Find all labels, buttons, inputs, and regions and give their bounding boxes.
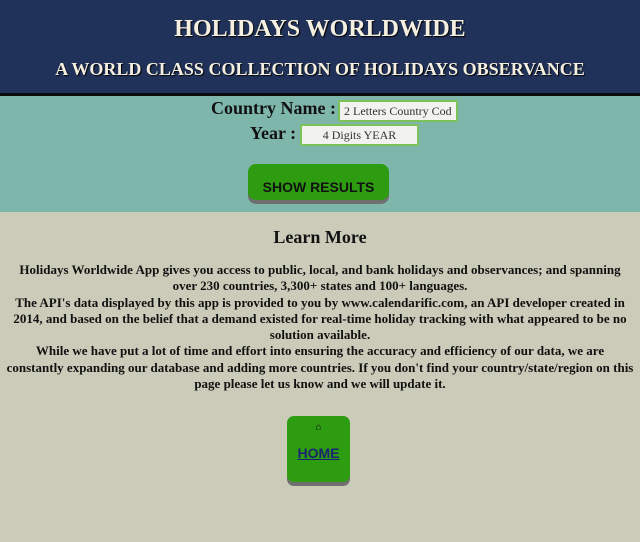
year-input[interactable] — [300, 124, 419, 146]
home-icon: ⌂ — [315, 422, 322, 433]
search-form: Country Name : Year : SHOW RESULTS — [0, 96, 640, 212]
learn-more-text: Holidays Worldwide App gives you access … — [6, 262, 634, 392]
site-subtitle: A WORLD CLASS COLLECTION OF HOLIDAYS OBS… — [55, 59, 585, 79]
learn-more-paragraph: While we have put a lot of time and effo… — [6, 343, 634, 392]
learn-more-paragraph: Holidays Worldwide App gives you access … — [19, 262, 621, 294]
learn-more-heading: Learn More — [273, 227, 367, 247]
year-label: Year : — [250, 123, 297, 143]
site-title: HOLIDAYS WORLDWIDE — [174, 16, 466, 42]
show-results-button[interactable]: SHOW RESULTS — [248, 164, 389, 200]
learn-more-paragraph: The API's data displayed by this app is … — [13, 294, 627, 343]
country-name-label: Country Name : — [211, 98, 336, 118]
site-header: HOLIDAYS WORLDWIDE A WORLD CLASS COLLECT… — [0, 0, 640, 96]
country-code-input[interactable] — [338, 100, 458, 122]
home-button[interactable]: ⌂ HOME — [287, 416, 350, 482]
home-link[interactable]: HOME — [287, 445, 350, 461]
